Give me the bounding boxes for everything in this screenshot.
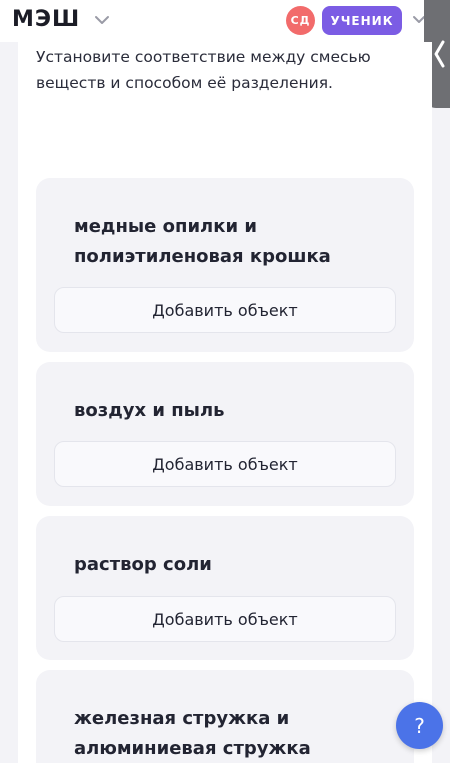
match-card: воздух и пыль Добавить объект bbox=[36, 362, 414, 506]
card-title: железная стружка и алюминиевая стружка bbox=[74, 708, 311, 759]
role-badge[interactable]: УЧЕНИК bbox=[322, 6, 402, 35]
card-title: раствор соли bbox=[74, 554, 212, 575]
add-object-button[interactable]: Добавить объект bbox=[54, 441, 396, 487]
app-logo[interactable]: МЭШ bbox=[12, 7, 80, 32]
add-object-button[interactable]: Добавить объект bbox=[54, 596, 396, 642]
match-card: раствор соли Добавить объект bbox=[36, 516, 414, 660]
match-card: железная стружка и алюминиевая стружка bbox=[36, 670, 414, 763]
question-text: Установите соответствие между смесью вещ… bbox=[36, 48, 371, 92]
add-object-button[interactable]: Добавить объект bbox=[54, 287, 396, 333]
card-title: медные опилки и полиэтиленовая крошка bbox=[74, 216, 331, 267]
avatar[interactable]: СД bbox=[286, 6, 315, 35]
card-title: воздух и пыль bbox=[74, 400, 225, 421]
chevron-left-icon bbox=[434, 40, 445, 68]
match-card: медные опилки и полиэтиленовая крошка До… bbox=[36, 178, 414, 352]
help-button[interactable]: ? bbox=[396, 702, 443, 749]
chevron-down-icon[interactable] bbox=[94, 12, 110, 28]
top-bar: МЭШ СД УЧЕНИК bbox=[0, 0, 450, 42]
